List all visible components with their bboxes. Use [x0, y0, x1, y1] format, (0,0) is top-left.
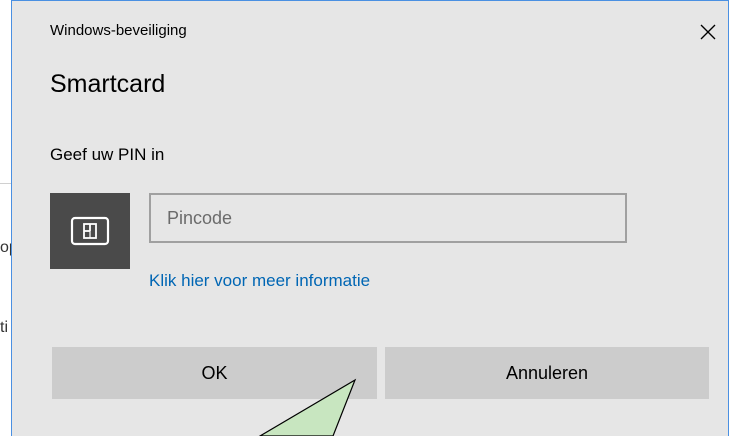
ok-button[interactable]: OK [52, 347, 377, 399]
dialog-border [12, 0, 728, 1]
close-button[interactable] [688, 12, 728, 52]
background-text-fragment: op [0, 239, 11, 256]
window-title: Windows-beveiliging [50, 22, 187, 39]
smartcard-dialog: Windows-beveiliging Smartcard Geef uw PI… [11, 0, 729, 436]
more-info-link[interactable]: Klik hier voor meer informatie [149, 271, 370, 291]
pin-input[interactable] [149, 193, 627, 243]
smartcard-tile [50, 193, 130, 269]
close-icon [700, 24, 716, 40]
dialog-heading: Smartcard [50, 70, 166, 98]
cancel-button[interactable]: Annuleren [385, 347, 709, 399]
pin-prompt: Geef uw PIN in [50, 145, 165, 164]
smartcard-icon [70, 216, 110, 246]
background-text-fragment: ti [0, 319, 8, 336]
